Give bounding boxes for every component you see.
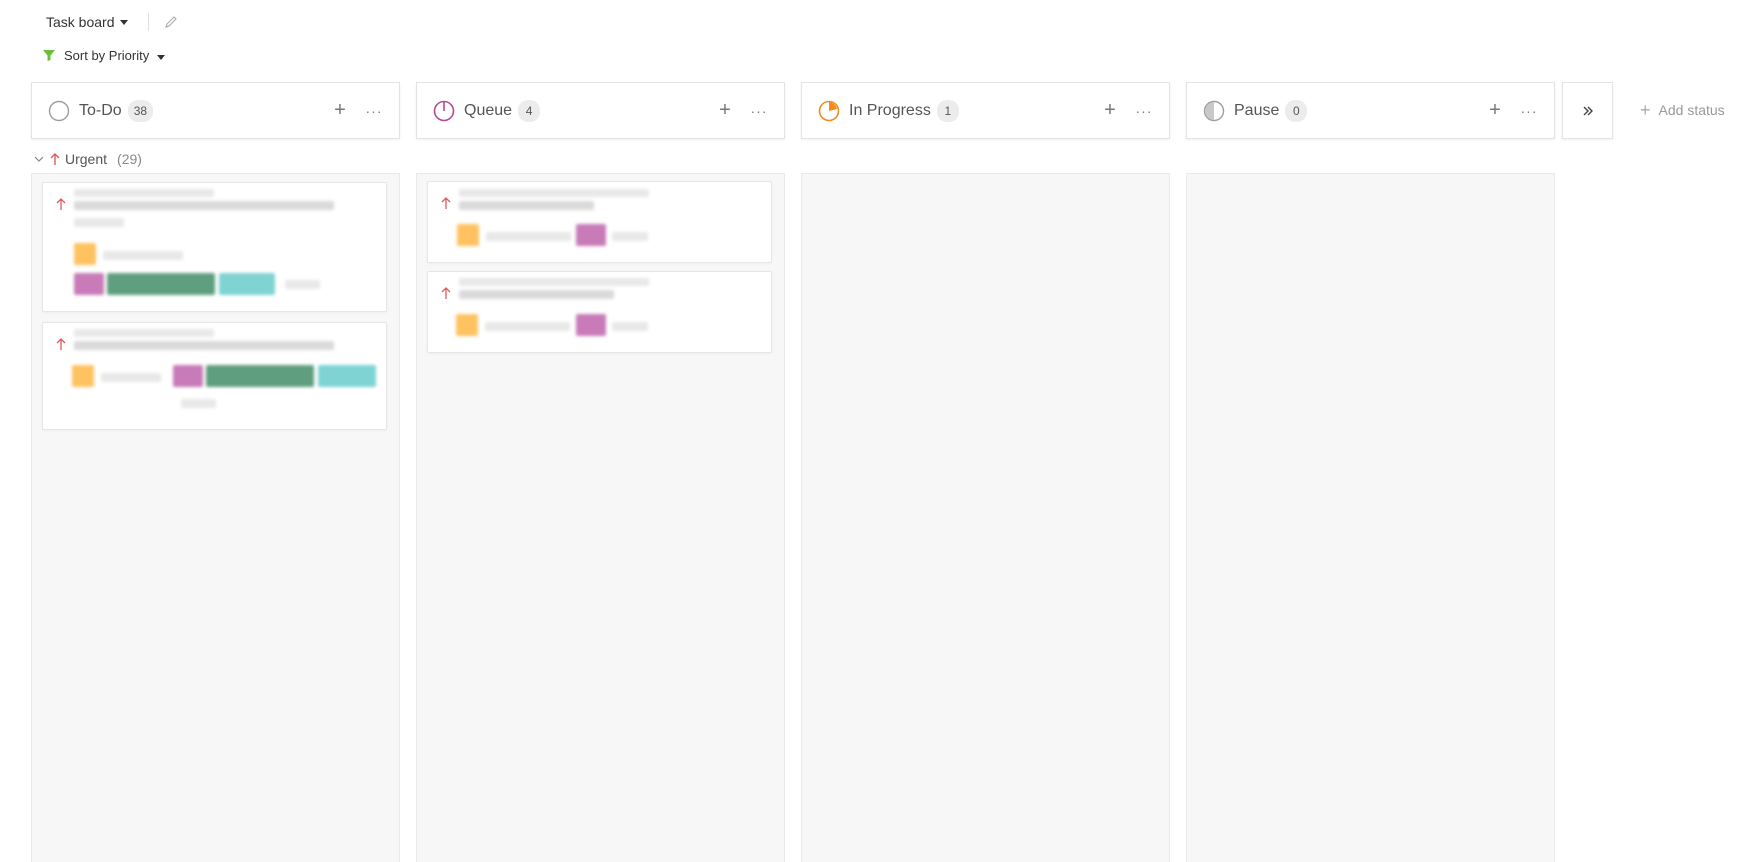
assignee-avatar bbox=[457, 224, 479, 246]
task-title-redacted bbox=[74, 189, 214, 197]
column-header-todo: To-Do 38 + ··· bbox=[31, 82, 400, 139]
tag-chip bbox=[173, 365, 203, 387]
task-title-redacted bbox=[74, 201, 334, 210]
task-title-redacted bbox=[74, 341, 334, 350]
column-header-queue: Queue 4 + ··· bbox=[416, 82, 785, 139]
column-title: Pause bbox=[1234, 101, 1280, 119]
status-open-icon bbox=[48, 100, 70, 121]
assignee-name-redacted bbox=[101, 373, 161, 382]
add-task-button[interactable]: + bbox=[710, 96, 740, 126]
status-in-progress-icon bbox=[818, 100, 840, 121]
assignee-name-redacted bbox=[486, 232, 571, 241]
column-title: In Progress bbox=[849, 101, 931, 119]
pencil-icon[interactable] bbox=[163, 14, 179, 30]
sort-dropdown[interactable]: Sort by Priority bbox=[42, 45, 166, 65]
task-title-redacted bbox=[459, 278, 649, 286]
tag-chip bbox=[576, 314, 606, 336]
caret-down-icon bbox=[120, 19, 129, 25]
column-menu-button[interactable]: ··· bbox=[359, 96, 389, 126]
status-queue-icon bbox=[433, 100, 455, 121]
assignee-avatar bbox=[74, 243, 96, 265]
board-toolbar: Task board bbox=[46, 12, 179, 32]
arrow-up-icon bbox=[441, 287, 451, 299]
column-menu-button[interactable]: ··· bbox=[1129, 96, 1159, 126]
column-menu-button[interactable]: ··· bbox=[744, 96, 774, 126]
toolbar-divider bbox=[148, 13, 150, 31]
filter-icon bbox=[42, 48, 56, 62]
arrow-up-icon bbox=[441, 197, 451, 209]
task-card[interactable] bbox=[427, 181, 772, 263]
due-date-redacted bbox=[285, 280, 320, 289]
task-title-redacted bbox=[459, 201, 594, 210]
assignee-name-redacted bbox=[103, 251, 183, 260]
tag-chip bbox=[74, 273, 104, 295]
view-label: Task board bbox=[46, 14, 115, 30]
task-card[interactable] bbox=[42, 322, 387, 430]
tag-chip bbox=[107, 273, 215, 295]
add-task-button[interactable]: + bbox=[325, 96, 355, 126]
column-body-pause bbox=[1186, 173, 1555, 862]
column-title: Queue bbox=[464, 101, 513, 119]
add-status-button[interactable]: + Add status bbox=[1640, 98, 1725, 122]
column-count-badge: 38 bbox=[127, 99, 154, 122]
add-task-button[interactable]: + bbox=[1095, 96, 1125, 126]
column-header-pause: Pause 0 + ··· bbox=[1186, 82, 1555, 139]
task-title-redacted bbox=[459, 189, 649, 197]
column-count-badge: 4 bbox=[518, 99, 541, 122]
plus-icon: + bbox=[1640, 99, 1651, 120]
sort-label: Sort by Priority bbox=[64, 47, 150, 63]
double-chevron-right-icon bbox=[1583, 106, 1593, 115]
column-count-badge: 1 bbox=[936, 99, 959, 122]
task-title-redacted bbox=[74, 218, 124, 227]
add-task-button[interactable]: + bbox=[1480, 96, 1510, 126]
task-title-redacted bbox=[74, 329, 214, 337]
caret-down-icon bbox=[157, 54, 166, 60]
task-card[interactable] bbox=[42, 182, 387, 312]
column-title: To-Do bbox=[79, 101, 122, 119]
arrow-up-icon bbox=[56, 198, 66, 210]
due-date-redacted bbox=[612, 322, 648, 331]
view-switcher[interactable]: Task board bbox=[46, 14, 129, 30]
column-count-badge: 0 bbox=[1285, 99, 1308, 122]
tag-chip bbox=[206, 365, 314, 387]
assignee-name-redacted bbox=[485, 322, 570, 331]
task-title-redacted bbox=[459, 290, 614, 299]
group-header-urgent[interactable]: Urgent (29) bbox=[34, 150, 142, 168]
tag-chip bbox=[219, 273, 275, 295]
tag-chip bbox=[318, 365, 376, 387]
column-menu-button[interactable]: ··· bbox=[1514, 96, 1544, 126]
tag-chip bbox=[576, 224, 606, 246]
status-pause-icon bbox=[1203, 100, 1225, 121]
assignee-avatar bbox=[456, 314, 478, 336]
due-date-redacted bbox=[181, 399, 216, 408]
arrow-up-icon bbox=[56, 338, 66, 350]
add-status-label: Add status bbox=[1658, 102, 1725, 118]
column-header-in-progress: In Progress 1 + ··· bbox=[801, 82, 1170, 139]
group-label: Urgent bbox=[65, 151, 108, 167]
task-card[interactable] bbox=[427, 271, 772, 353]
chevron-down-icon bbox=[34, 156, 44, 162]
expand-columns-button[interactable] bbox=[1562, 82, 1613, 139]
column-body-in-progress bbox=[801, 173, 1170, 862]
assignee-avatar bbox=[72, 365, 94, 387]
arrow-up-icon bbox=[50, 153, 60, 165]
due-date-redacted bbox=[612, 232, 648, 241]
group-count: (29) bbox=[117, 151, 142, 167]
